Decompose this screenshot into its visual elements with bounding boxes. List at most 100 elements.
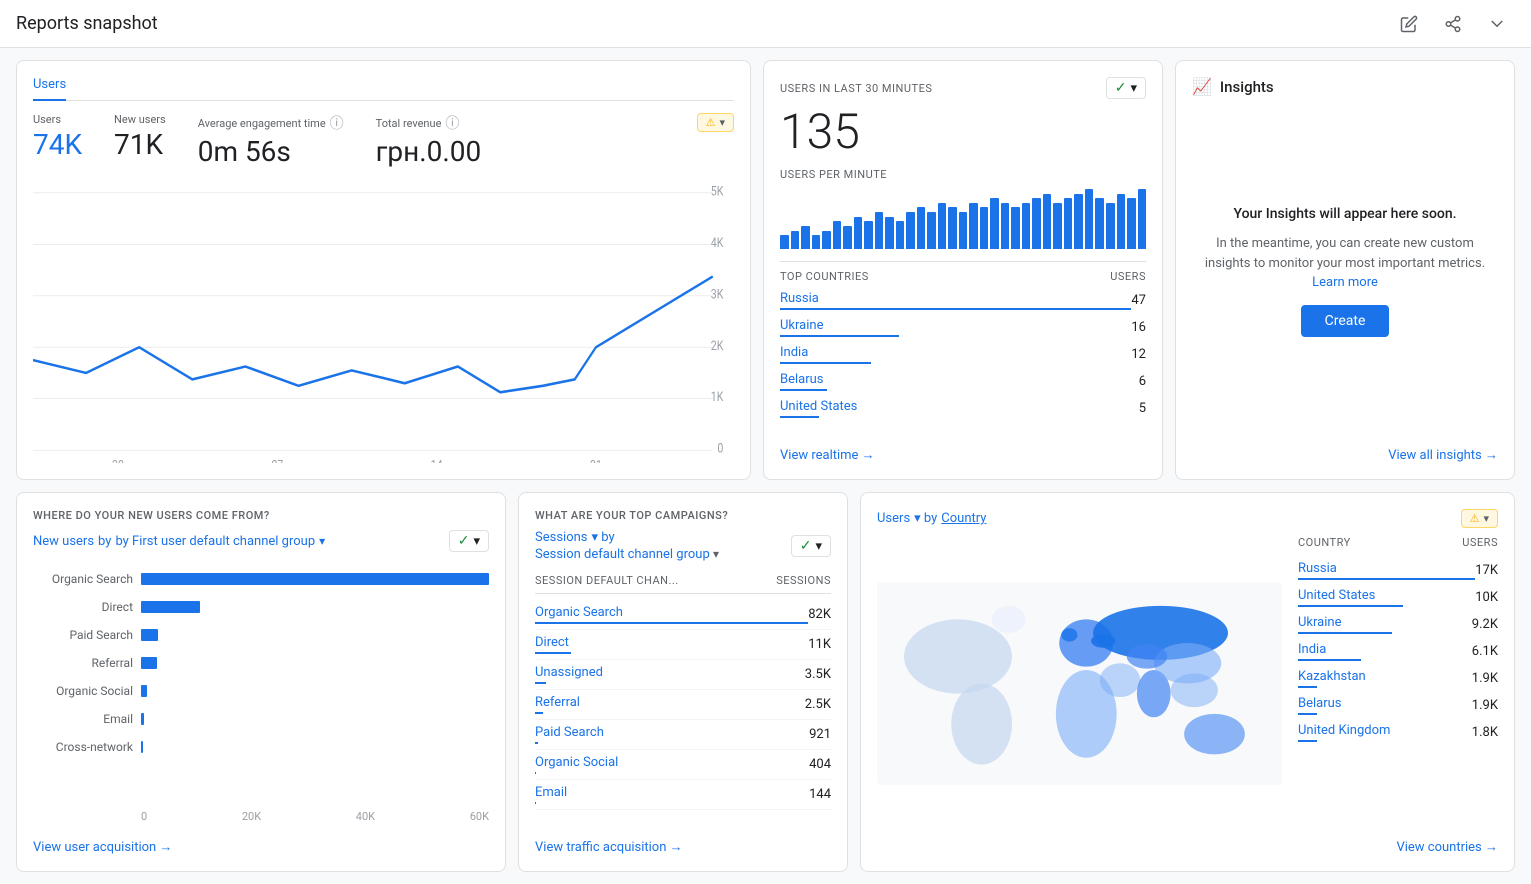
country-col-label: COUNTRY [1298,536,1351,549]
session-value: 82K [808,607,831,622]
insights-card: 📈 Insights Your Insights will appear her… [1175,60,1515,480]
more-button[interactable] [1479,6,1515,42]
hbar-row: Referral [33,656,489,670]
hbar-track [141,629,489,641]
geo-country-value: 17K [1475,563,1498,578]
svg-text:2K: 2K [711,338,724,353]
mini-bar [791,231,800,249]
svg-text:30: 30 [112,457,124,463]
acq-dropdown-icon: ▾ [473,534,480,549]
session-channel[interactable]: Referral [535,695,580,710]
view-acquisition-link[interactable]: View user acquisition → [33,839,489,855]
session-bar [535,622,808,624]
mini-bar [948,207,957,249]
hbar-row: Paid Search [33,628,489,642]
realtime-header: USERS IN LAST 30 MINUTES ✓ ▾ [780,77,1146,99]
realtime-badge[interactable]: ✓ ▾ [1106,77,1146,99]
country-name[interactable]: Belarus [780,372,824,387]
view-traffic-link[interactable]: View traffic acquisition → [535,839,831,855]
more-icon [1488,15,1506,33]
revenue-info-icon[interactable]: ⓘ [445,113,459,133]
session-channel[interactable]: Email [535,785,567,800]
session-channel[interactable]: Direct [535,635,569,650]
geo-country-name[interactable]: Ukraine [1298,615,1341,630]
geo-country-name[interactable]: India [1298,642,1326,657]
share-button[interactable] [1435,6,1471,42]
realtime-dropdown-icon: ▾ [1130,81,1137,96]
view-countries-link[interactable]: View countries → [877,839,1498,855]
mini-bar [875,212,884,249]
country-name[interactable]: India [780,345,808,360]
country-value: 12 [1131,347,1146,362]
session-row: Unassigned 3.5K [535,660,831,690]
geo-users-col-label: USERS [1462,536,1498,549]
geo-country-row: Russia 17K [1298,557,1498,584]
metrics-values: Users 74K New users 71K Average engageme… [33,113,734,168]
hbar-fill [141,685,147,697]
country-value: 16 [1131,320,1146,335]
hbar-row: Direct [33,600,489,614]
users-label: Users [33,113,82,126]
hbar-track [141,713,489,725]
campaigns-section-label: WHAT ARE YOUR TOP CAMPAIGNS? [535,509,831,522]
hbar-tick: 0 [141,810,147,823]
campaigns-badge[interactable]: ✓ ▾ [791,535,831,557]
geo-country-bar [1298,578,1475,580]
campaigns-dropdown-icon[interactable]: ▾ [713,547,719,561]
edit-button[interactable] [1391,6,1427,42]
view-realtime-link[interactable]: View realtime → [780,447,1146,463]
svg-text:21: 21 [590,457,602,463]
hbar-row: Cross-network [33,740,489,754]
line-chart-area: 5K 4K 3K 2K 1K 0 30 [33,180,734,463]
session-channel[interactable]: Organic Social [535,755,618,770]
geo-warning-badge[interactable]: ⚠ ▾ [1461,509,1498,528]
country-name[interactable]: Russia [780,291,819,306]
warning-badge[interactable]: ⚠ ▾ [697,113,734,132]
tab-users[interactable]: Users [33,77,66,100]
geo-card: Users ▾ by Country ⚠ ▾ [860,492,1515,872]
acquisition-dropdown-icon[interactable]: ▾ [319,534,325,548]
channel-col-label: SESSION DEFAULT CHAN... [535,574,679,587]
new-users-label: New users [114,113,166,126]
session-value: 3.5K [805,667,831,682]
geo-country-name[interactable]: Belarus [1298,696,1342,711]
mini-bar [906,212,915,249]
users-metric: Users 74K [33,113,82,161]
top-countries-header: TOP COUNTRIES USERS [780,261,1146,283]
mini-bar [938,203,947,249]
session-bar [535,712,543,714]
learn-more-link[interactable]: Learn more [1312,275,1378,290]
bottom-row: WHERE DO YOUR NEW USERS COME FROM? New u… [16,492,1515,872]
country-name[interactable]: United States [780,399,857,414]
geo-country-row: United Kingdom 1.8K [1298,719,1498,746]
metrics-tabs: Users [33,77,734,101]
page-title: Reports snapshot [16,13,158,34]
mini-bar-chart [780,189,1146,249]
hbar-track [141,741,489,753]
create-button[interactable]: Create [1301,305,1390,337]
session-value: 2.5K [805,697,831,712]
view-all-insights-link[interactable]: View all insights → [1192,447,1498,463]
mini-bar [843,226,852,249]
top-countries-label: TOP COUNTRIES [780,270,869,283]
acquisition-badge[interactable]: ✓ ▾ [449,530,489,552]
geo-country-name[interactable]: United States [1298,588,1375,603]
engagement-info-icon[interactable]: ⓘ [330,113,344,133]
session-bar [535,772,536,774]
session-channel[interactable]: Unassigned [535,665,603,680]
mini-bar [833,221,842,249]
hbar-fill [141,601,200,613]
campaigns-card-header: Sessions ▾ by Session default channel gr… [535,530,831,562]
geo-country-name[interactable]: United Kingdom [1298,723,1390,738]
acquisition-card: WHERE DO YOUR NEW USERS COME FROM? New u… [16,492,506,872]
hbar-track [141,685,489,697]
hbar-tick: 60K [470,810,489,823]
session-channel[interactable]: Organic Search [535,605,623,620]
mini-bar [990,198,999,249]
session-channel[interactable]: Paid Search [535,725,604,740]
geo-country-name[interactable]: Kazakhstan [1298,669,1366,684]
hbar-fill [141,657,157,669]
geo-country-name[interactable]: Russia [1298,561,1337,576]
country-bar [780,308,1131,310]
country-name[interactable]: Ukraine [780,318,823,333]
